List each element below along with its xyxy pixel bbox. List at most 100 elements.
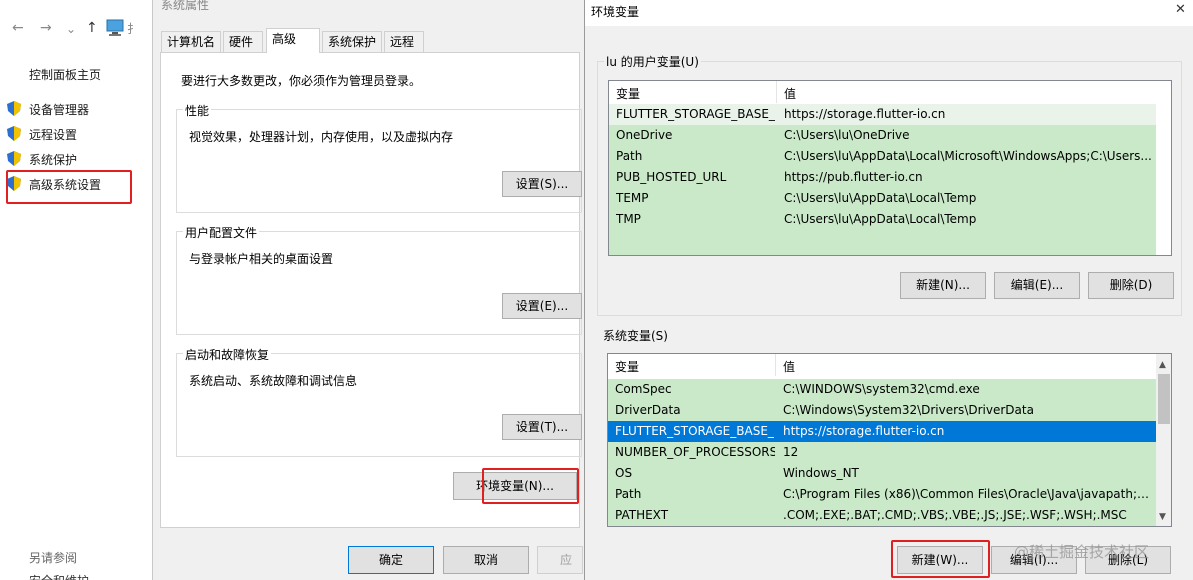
var-name: PUB_HOSTED_URL [616,170,727,184]
column-header-variable[interactable]: 变量 [616,85,640,102]
watermark: @稀土掘金技术社区 [1014,543,1150,561]
var-name: NUMBER_OF_PROCESSORS [615,445,775,459]
list-item[interactable]: Path C:\Program Files (x86)\Common Files\… [608,484,1156,505]
control-panel-pane: ← → ⌄ ↑ 扌 控制面板主页 设备管理器 远程设置 系统保护 高级系统设置 … [0,0,152,580]
var-name: FLUTTER_STORAGE_BASE_... [616,107,776,121]
apply-button[interactable]: 应用 [537,546,583,574]
list-header: 变量 值 [608,354,1171,376]
ok-button[interactable]: 确定 [348,546,434,574]
back-arrow-icon[interactable]: ← [12,20,24,36]
user-variables-group: lu 的用户变量(U) 变量 值 FLUTTER_STORAGE_BASE_..… [597,53,1182,316]
new-user-variable-button[interactable]: 新建(N)... [900,272,986,299]
vertical-scrollbar[interactable]: ▲ ▼ [1156,354,1171,526]
tab-remote[interactable]: 远程 [384,31,424,52]
list-item[interactable]: Path C:\Users\lu\AppData\Local\Microsoft\… [609,146,1156,167]
chevron-down-icon[interactable]: ⌄ [66,22,76,36]
environment-variables-dialog: 环境变量 ✕ lu 的用户变量(U) 变量 值 FLUTTER_STORAGE_… [584,0,1193,580]
close-icon[interactable]: ✕ [1175,2,1186,17]
list-item[interactable]: PATHEXT .COM;.EXE;.BAT;.CMD;.VBS;.VBE;.JS… [608,505,1156,526]
tab-hardware[interactable]: 硬件 [223,31,263,52]
var-name: OneDrive [616,128,673,142]
var-name: ComSpec [615,382,672,396]
system-properties-dialog: 系统属性 计算机名 硬件 高级 系统保护 远程 要进行大多数更改，你必须作为管理… [152,0,584,580]
var-value: https://storage.flutter-io.cn [783,424,945,438]
list-header: 变量 值 [609,81,1171,103]
group-description: 视觉效果，处理器计划，内存使用，以及虚拟内存 [189,130,454,144]
column-header-value[interactable]: 值 [783,358,795,375]
group-label: 用户配置文件 [183,224,260,241]
remote-settings-link[interactable]: 远程设置 [29,126,77,143]
performance-group: 性能 视觉效果，处理器计划，内存使用，以及虚拟内存 设置(S)... [176,102,582,213]
var-value: C:\Program Files (x86)\Common Files\Orac… [783,487,1153,501]
column-header-variable[interactable]: 变量 [615,358,639,375]
dialog-title: 环境变量 [591,5,640,19]
column-header-value[interactable]: 值 [784,85,796,102]
var-name: OS [615,466,633,480]
var-value: .COM;.EXE;.BAT;.CMD;.VBS;.VBE;.JS;.JSE;.… [783,508,1127,522]
title-bar: 环境变量 ✕ [585,0,1193,26]
system-variables-label: 系统变量(S) [603,329,668,343]
var-name: TEMP [616,191,649,205]
see-also-heading: 另请参阅 [29,551,78,565]
list-item[interactable]: PUB_HOSTED_URL https://pub.flutter-io.cn [609,167,1156,188]
var-name: PATHEXT [615,508,669,522]
var-value: Windows_NT [783,466,859,480]
group-description: 与登录帐户相关的桌面设置 [189,252,334,266]
system-variables-list[interactable]: 变量 值 ComSpec C:\WINDOWS\system32\cmd.exe … [607,353,1172,527]
var-name: FLUTTER_STORAGE_BASE_... [615,424,775,438]
list-item[interactable]: DriverData C:\Windows\System32\Drivers\Dr… [608,400,1156,421]
control-panel-home-link[interactable]: 控制面板主页 [29,66,101,83]
tab-system-protection[interactable]: 系统保护 [322,31,382,52]
list-item[interactable]: OneDrive C:\Users\lu\OneDrive [609,125,1156,146]
scroll-down-arrow-icon[interactable]: ▼ [1159,512,1166,522]
highlight-box [6,170,132,204]
user-profiles-group: 用户配置文件 与登录帐户相关的桌面设置 设置(E)... [176,224,582,335]
forward-arrow-icon[interactable]: → [40,20,52,36]
system-protection-link[interactable]: 系统保护 [29,151,77,168]
list-item[interactable]: OS Windows_NT [608,463,1156,484]
column-divider [776,81,777,103]
startup-recovery-settings-button[interactable]: 设置(T)... [502,414,582,440]
var-name: DriverData [615,403,681,417]
list-item[interactable]: ComSpec C:\WINDOWS\system32\cmd.exe [608,379,1156,400]
group-description: 系统启动、系统故障和调试信息 [189,374,358,388]
dialog-title: 系统属性 [161,0,210,12]
delete-user-variable-button[interactable]: 删除(D) [1088,272,1174,299]
group-label: 启动和故障恢复 [183,346,272,363]
admin-note: 要进行大多数更改，你必须作为管理员登录。 [181,74,422,88]
advanced-tab-panel: 要进行大多数更改，你必须作为管理员登录。 性能 视觉效果，处理器计划，内存使用，… [160,52,582,528]
cancel-button[interactable]: 取消 [443,546,529,574]
group-label: lu 的用户变量(U) [604,53,701,70]
uac-shield-icon [7,126,21,141]
address-bar-fragment[interactable]: 扌 [127,20,139,37]
var-value: C:\Windows\System32\Drivers\DriverData [783,403,1034,417]
list-item[interactable]: NUMBER_OF_PROCESSORS 12 [608,442,1156,463]
var-name: TMP [616,212,641,226]
device-manager-link[interactable]: 设备管理器 [29,101,89,118]
security-maintenance-link[interactable]: 安全和维护 [29,572,89,580]
uac-shield-icon [7,151,21,166]
scrollbar-thumb[interactable] [1158,374,1170,424]
var-name: Path [616,149,643,163]
edit-user-variable-button[interactable]: 编辑(E)... [994,272,1080,299]
scroll-up-arrow-icon[interactable]: ▲ [1159,360,1166,370]
startup-recovery-group: 启动和故障恢复 系统启动、系统故障和调试信息 设置(T)... [176,346,582,457]
user-profiles-settings-button[interactable]: 设置(E)... [502,293,582,319]
list-item-selected[interactable]: FLUTTER_STORAGE_BASE_... https://storage.… [608,421,1156,442]
var-name: Path [615,487,642,501]
up-arrow-icon[interactable]: ↑ [86,20,98,36]
performance-settings-button[interactable]: 设置(S)... [502,171,582,197]
list-item[interactable]: FLUTTER_STORAGE_BASE_... https://storage.… [609,104,1156,125]
var-value: C:\Users\lu\AppData\Local\Temp [784,191,977,205]
list-empty-area [609,230,1156,255]
tab-computer-name[interactable]: 计算机名 [161,31,221,52]
computer-icon [106,19,124,36]
scrollbar[interactable] [1156,103,1171,255]
highlight-box [482,468,579,504]
var-value: https://pub.flutter-io.cn [784,170,923,184]
list-item[interactable]: TEMP C:\Users\lu\AppData\Local\Temp [609,188,1156,209]
var-value: https://storage.flutter-io.cn [784,107,946,121]
tab-advanced[interactable]: 高级 [266,28,320,53]
user-variables-list[interactable]: 变量 值 FLUTTER_STORAGE_BASE_... https://sto… [608,80,1172,256]
list-item[interactable]: TMP C:\Users\lu\AppData\Local\Temp [609,209,1156,230]
